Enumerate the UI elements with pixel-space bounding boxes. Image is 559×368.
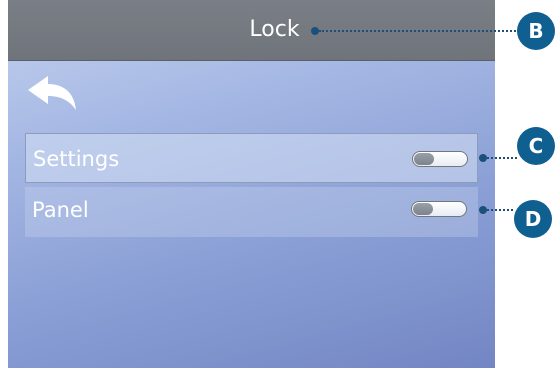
lock-screen: Lock Settings Panel <box>8 0 495 368</box>
callout-b-badge: B <box>517 12 555 50</box>
callout-d-badge: D <box>514 200 552 238</box>
settings-row[interactable]: Settings <box>25 133 478 183</box>
settings-toggle[interactable] <box>412 151 468 167</box>
panel-row[interactable]: Panel <box>25 187 478 237</box>
panel-toggle[interactable] <box>411 201 467 217</box>
back-button[interactable] <box>26 76 80 116</box>
panel-label: Panel <box>32 198 89 222</box>
callout-d-leader <box>487 209 513 211</box>
toggle-knob <box>413 203 433 215</box>
callout-b-anchor <box>311 27 319 35</box>
settings-label: Settings <box>33 147 120 171</box>
callout-d-anchor <box>479 206 487 214</box>
callout-b-leader <box>319 30 519 32</box>
callout-c-anchor <box>479 154 487 162</box>
callout-c-badge: C <box>517 127 555 165</box>
callout-c-leader <box>487 157 517 159</box>
back-arrow-icon <box>28 76 76 110</box>
page: Lock Settings Panel B C D <box>0 0 559 368</box>
toggle-knob <box>414 153 434 165</box>
